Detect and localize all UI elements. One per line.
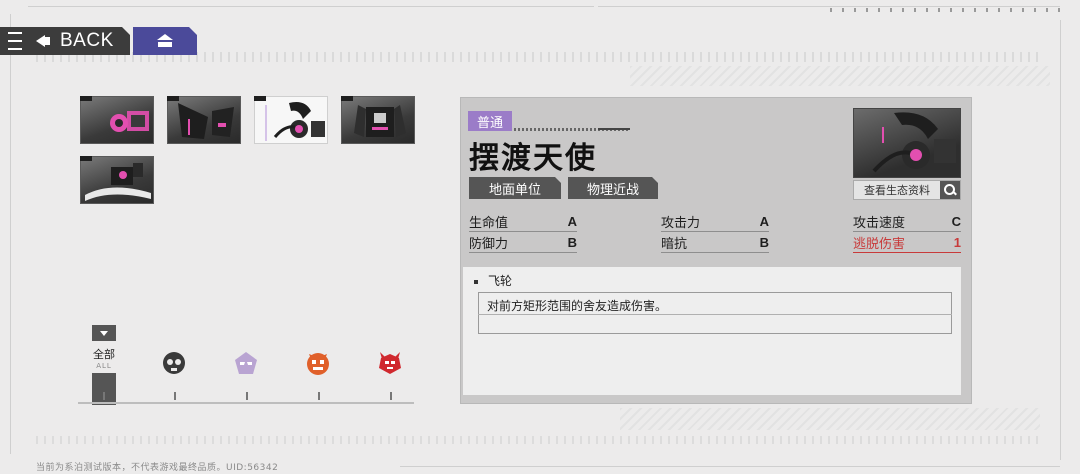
- tag-unit-type: 地面单位: [469, 177, 561, 199]
- stat-label: 防御力: [469, 237, 509, 252]
- menu-bars-icon: [8, 32, 28, 50]
- back-arrow-icon: [36, 33, 52, 49]
- stat-label: 逃脱伤害: [853, 237, 906, 252]
- frame-bottom-line: [400, 466, 1060, 467]
- skill-description: 对前方矩形范围的舍友造成伤害。: [478, 292, 952, 334]
- filter-tick: [246, 392, 248, 400]
- skill-desc-underline: [478, 314, 952, 315]
- stat-dark-resist: 暗抗 B: [661, 233, 769, 253]
- tag-attack-type: 物理近战: [568, 177, 658, 199]
- frame-diagonal-bottom: [620, 408, 1040, 430]
- stat-value: A: [759, 214, 769, 229]
- unit-5-portrait: [85, 163, 151, 201]
- home-icon: [157, 34, 173, 47]
- stat-value: 1: [953, 235, 961, 250]
- test-version-disclaimer: 当前为系泊测试版本，不代表游戏最终品质。UID:56342: [36, 463, 279, 473]
- filter-tick: [318, 392, 320, 400]
- stat-attack: 攻击力 A: [661, 212, 769, 232]
- rarity-badge: 普通: [468, 111, 512, 131]
- rarity-divider-solid: [598, 128, 630, 130]
- filter-all-sublabel: ALL: [96, 362, 112, 370]
- filter-tick: [174, 392, 176, 400]
- frame-diagonal-top: [630, 66, 1050, 86]
- stat-defense: 防御力 B: [469, 233, 577, 253]
- frame-dots: [830, 8, 1060, 12]
- stat-value: B: [759, 235, 769, 250]
- filter-arrow-icon: [92, 325, 116, 341]
- filter-all-indicator: [92, 373, 116, 405]
- unit-3-portrait: [265, 102, 325, 141]
- unit-thumb-3[interactable]: [254, 96, 328, 144]
- unit-name: 摆渡天使: [469, 141, 597, 176]
- stat-value: C: [951, 214, 961, 229]
- faction-skull-icon[interactable]: [161, 350, 187, 376]
- stat-label: 生命值: [469, 216, 509, 231]
- stat-label: 攻击速度: [853, 216, 906, 231]
- stat-attack-speed: 攻击速度 C: [853, 212, 961, 232]
- unit-thumb-1[interactable]: [80, 96, 154, 144]
- stat-label: 暗抗: [661, 237, 688, 252]
- skill-name: 飞轮: [474, 272, 512, 289]
- back-button[interactable]: BACK: [0, 27, 130, 55]
- faction-demon-icon[interactable]: [377, 350, 403, 376]
- unit-thumb-4[interactable]: [341, 96, 415, 144]
- unit-1-portrait: [110, 111, 149, 132]
- stat-value: B: [567, 235, 577, 250]
- faction-beast-icon[interactable]: [305, 350, 331, 376]
- unit-portrait: [853, 108, 961, 178]
- search-icon: [940, 181, 960, 199]
- faction-mask-icon[interactable]: [233, 350, 259, 376]
- filter-tick: [103, 392, 105, 400]
- filter-tick: [390, 392, 392, 400]
- view-profile-label: 查看生态资料: [864, 184, 930, 197]
- unit-2-portrait: [178, 103, 234, 139]
- filter-axis: [78, 402, 414, 404]
- unit-4-portrait: [354, 105, 406, 137]
- stat-label: 攻击力: [661, 216, 701, 231]
- unit-thumb-2[interactable]: [167, 96, 241, 144]
- filter-all-label: 全部: [93, 348, 115, 361]
- frame-left-line: [10, 14, 11, 454]
- frame-right-line: [1060, 20, 1061, 460]
- frame-top-line-right: [598, 6, 1060, 7]
- back-label: BACK: [60, 30, 114, 51]
- home-button[interactable]: [133, 27, 197, 55]
- frame-bottom-strip: [36, 436, 1040, 444]
- stat-value: A: [567, 214, 577, 229]
- unit-portrait-image: [872, 112, 956, 173]
- frame-top-line-left: [28, 6, 594, 7]
- stat-escape-damage: 逃脱伤害 1: [853, 233, 961, 253]
- view-profile-button[interactable]: 查看生态资料: [853, 180, 961, 200]
- unit-thumb-5[interactable]: [80, 156, 154, 204]
- stat-hp: 生命值 A: [469, 212, 577, 232]
